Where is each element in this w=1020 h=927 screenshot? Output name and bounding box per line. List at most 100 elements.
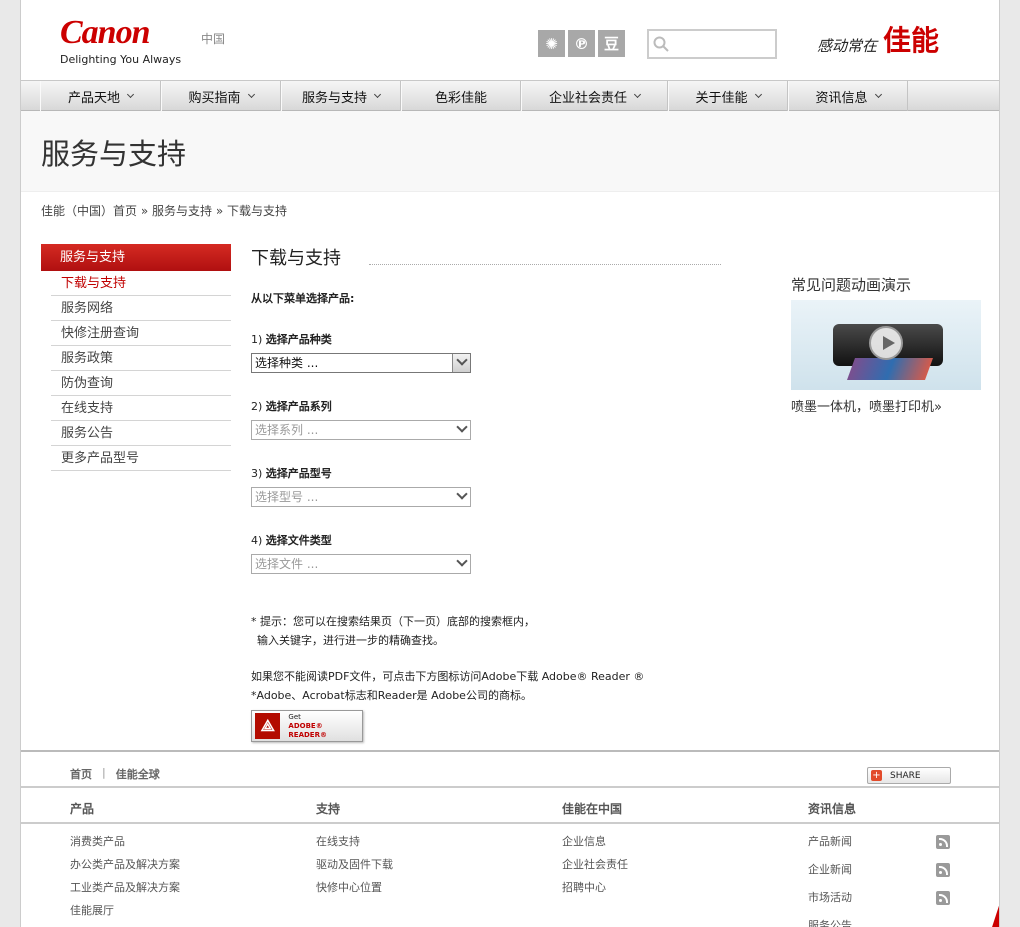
sidebar-item-more-models[interactable]: 更多产品型号	[51, 446, 231, 471]
footer-link[interactable]: 办公类产品及解决方案	[70, 856, 180, 879]
sidebar: 服务与支持 下载与支持 服务网络 快修注册查询 服务政策 防伪查询 在线支持 服…	[41, 244, 231, 471]
footer-link[interactable]: 企业新闻	[808, 861, 852, 889]
share-label: SHARE	[890, 770, 921, 781]
chevron-down-icon	[874, 90, 882, 99]
nav-label: 服务与支持	[301, 90, 367, 106]
file-type-select[interactable]: 选择文件 ...	[251, 554, 471, 574]
corner-decoration	[990, 905, 999, 927]
footer-column-headers: 产品 支持 佳能在中国 资讯信息	[21, 790, 999, 824]
douban-icon[interactable]: 豆	[598, 30, 625, 57]
tip-line-1: * 提示：您可以在搜索结果页（下一页）底部的搜索框内，	[251, 615, 535, 628]
footer-link[interactable]: 快修中心位置	[316, 879, 393, 902]
nav-item-color[interactable]: 色彩佳能	[401, 81, 521, 111]
search-icon[interactable]	[653, 36, 669, 52]
footer-link[interactable]: 驱动及固件下载	[316, 856, 393, 879]
page-title: 服务与支持	[41, 137, 187, 171]
breadcrumb: 佳能（中国）首页 » 服务与支持 » 下载与支持	[41, 202, 287, 219]
footer-link[interactable]: 市场活动	[808, 889, 852, 917]
nav-item-about[interactable]: 关于佳能	[668, 81, 788, 111]
sidebar-item-download[interactable]: 下载与支持	[51, 271, 231, 296]
nav-label: 购买指南	[188, 90, 241, 106]
sidebar-header[interactable]: 服务与支持	[41, 244, 231, 271]
chevron-down-icon	[456, 421, 468, 433]
footer-link[interactable]: 佳能展厅	[70, 902, 180, 925]
pdf-note-line-1: 如果您不能阅读PDF文件，可点击下方图标访问Adobe下载 Adobe® Rea…	[251, 670, 645, 683]
footer-column-news: 产品新闻 企业新闻 市场活动 服务公告	[808, 833, 950, 927]
footer-link[interactable]: 工业类产品及解决方案	[70, 879, 180, 902]
footer-head-products: 产品	[70, 802, 95, 816]
faq-animation-panel: 常见问题动画演示 喷墨一体机，喷墨打印机»	[791, 274, 981, 415]
play-icon[interactable]	[869, 326, 903, 360]
step-model: 3) 选择产品型号 选择型号 ...	[251, 465, 721, 507]
footer-link-home[interactable]: 首页	[70, 766, 92, 782]
title-divider	[369, 263, 721, 265]
slogan-big: 佳能	[883, 24, 940, 57]
sidebar-item-network[interactable]: 服务网络	[51, 296, 231, 321]
search-tip: * 提示：您可以在搜索结果页（下一页）底部的搜索框内， 输入关键字，进行进一步的…	[251, 612, 721, 650]
footer-link[interactable]: 消费类产品	[70, 833, 180, 856]
sidebar-item-policy[interactable]: 服务政策	[51, 346, 231, 371]
step-number: 3)	[251, 467, 263, 480]
footer-head-canon-china: 佳能在中国	[562, 802, 623, 816]
footer-link-sep: |	[102, 766, 106, 779]
sidebar-item-anti-counterfeit[interactable]: 防伪查询	[51, 371, 231, 396]
step-label-text: 选择产品型号	[265, 467, 332, 480]
pinterest-icon[interactable]: ℗	[568, 30, 595, 57]
breadcrumb-home[interactable]: 佳能（中国）首页	[41, 204, 137, 218]
footer-link[interactable]: 服务公告	[808, 917, 852, 927]
adobe-reader-label: ADOBE® READER®	[288, 721, 327, 739]
page: Canon Delighting You Always 中国 ✺ ℗ 豆 感动常…	[20, 0, 1000, 927]
weibo-icon[interactable]: ✺	[538, 30, 565, 57]
get-adobe-reader-button[interactable]: ⟁ Get ADOBE® READER®	[251, 710, 363, 742]
select-arrow-button[interactable]	[452, 354, 470, 372]
step-label: 4) 选择文件类型	[251, 532, 721, 548]
faq-video-thumbnail[interactable]	[791, 300, 981, 390]
region-label[interactable]: 中国	[201, 30, 225, 47]
search-input[interactable]	[673, 33, 773, 55]
sidebar-item-notices[interactable]: 服务公告	[51, 421, 231, 446]
slogan: 感动常在 佳能	[817, 26, 939, 56]
footer-column-support: 在线支持 驱动及固件下载 快修中心位置	[316, 833, 393, 902]
nav-item-buying-guide[interactable]: 购买指南	[161, 81, 281, 111]
printer-paper-image	[846, 358, 934, 380]
nav-item-products[interactable]: 产品天地	[40, 81, 161, 111]
footer-news-row: 服务公告	[808, 917, 950, 927]
footer-link[interactable]: 招聘中心	[562, 879, 628, 902]
category-select[interactable]: 选择种类 ...	[251, 353, 471, 373]
nav-label: 企业社会责任	[548, 90, 627, 106]
rss-icon[interactable]	[936, 891, 950, 905]
footer-link[interactable]: 产品新闻	[808, 833, 852, 861]
footer-link[interactable]: 企业信息	[562, 833, 628, 856]
canon-logo[interactable]: Canon Delighting You Always	[60, 14, 181, 67]
title-band: 服务与支持	[21, 111, 999, 192]
step-label: 1) 选择产品种类	[251, 331, 721, 347]
social-links: ✺ ℗ 豆	[538, 30, 625, 57]
rss-icon[interactable]	[936, 863, 950, 877]
slogan-small: 感动常在	[817, 37, 878, 55]
adobe-reader-icon: ⟁	[255, 713, 281, 739]
instruction-text: 从以下菜单选择产品:	[251, 292, 355, 305]
logo-wordmark: Canon	[60, 14, 151, 51]
tip-line-2: 输入关键字，进行进一步的精确查找。	[257, 634, 444, 647]
sidebar-item-online-support[interactable]: 在线支持	[51, 396, 231, 421]
series-select[interactable]: 选择系列 ...	[251, 420, 471, 440]
model-select[interactable]: 选择型号 ...	[251, 487, 471, 507]
footer-link[interactable]: 企业社会责任	[562, 856, 628, 879]
breadcrumb-sep: »	[215, 204, 224, 218]
footer-link[interactable]: 在线支持	[316, 833, 393, 856]
chevron-down-icon	[456, 555, 468, 567]
sidebar-item-repair-query[interactable]: 快修注册查询	[51, 321, 231, 346]
nav-item-csr[interactable]: 企业社会责任	[521, 81, 668, 111]
breadcrumb-service[interactable]: 服务与支持	[152, 204, 212, 218]
footer-link-global[interactable]: 佳能全球	[116, 766, 160, 782]
footer-news-row: 企业新闻	[808, 861, 950, 889]
faq-link[interactable]: 喷墨一体机，喷墨打印机»	[791, 396, 981, 415]
footer-links: 首页 | 佳能全球	[70, 766, 160, 782]
breadcrumb-sep: »	[140, 204, 149, 218]
nav-item-news[interactable]: 资讯信息	[788, 81, 908, 111]
nav-item-service[interactable]: 服务与支持	[281, 81, 401, 111]
pdf-note: 如果您不能阅读PDF文件，可点击下方图标访问Adobe下载 Adobe® Rea…	[251, 667, 721, 705]
footer-news-row: 市场活动	[808, 889, 950, 917]
share-button[interactable]: + SHARE	[867, 767, 951, 784]
rss-icon[interactable]	[936, 835, 950, 849]
